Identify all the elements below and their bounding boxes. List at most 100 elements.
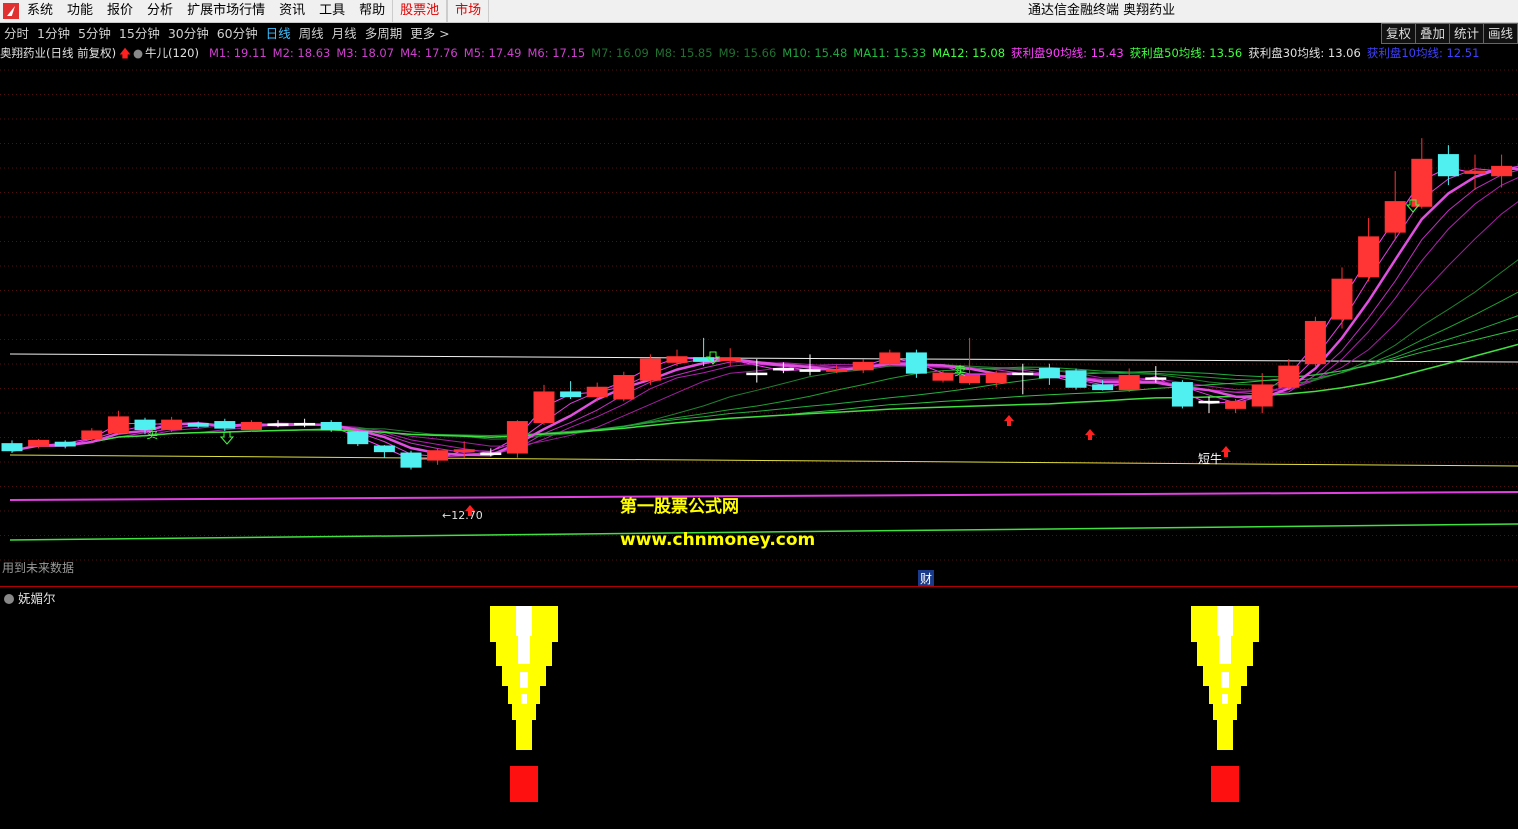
- candle-body: [1437, 154, 1459, 177]
- flame-block: [1217, 720, 1233, 750]
- ma-value-9: M10: 15.48: [782, 46, 848, 60]
- candle-body: [1, 443, 23, 452]
- period-tab-2[interactable]: 5分钟: [74, 23, 115, 44]
- flame-block: [1213, 704, 1237, 720]
- yellow-line: [9, 454, 1518, 467]
- flame-core: [1219, 636, 1231, 664]
- candle-body: [54, 441, 76, 447]
- period-tab-1[interactable]: 1分钟: [33, 23, 74, 44]
- menu-item-4[interactable]: 扩展市场行情: [180, 0, 272, 22]
- period-tab-7[interactable]: 周线: [295, 23, 328, 44]
- menu-item-2[interactable]: 报价: [100, 0, 140, 22]
- candle-body: [320, 422, 342, 431]
- candle-body: [267, 423, 289, 426]
- candle-body: [1038, 367, 1060, 379]
- candle-body: [1278, 365, 1300, 388]
- candle-body: [586, 386, 608, 398]
- main-menu: 系统 功能 报价 分析 扩展市场行情 资讯 工具 帮助 股票池 市场: [20, 0, 490, 22]
- candle-body: [1092, 384, 1114, 391]
- ma-line-3: [11, 168, 1518, 457]
- candle-body: [294, 422, 316, 426]
- candle-body: [1198, 400, 1220, 404]
- tool-button-2[interactable]: 统计: [1448, 23, 1484, 44]
- stock-name-label[interactable]: 奥翔药业(日线 前复权): [0, 45, 116, 61]
- candle-body: [1225, 400, 1247, 409]
- menu-item-5[interactable]: 资讯: [272, 0, 312, 22]
- finance-marker[interactable]: 财: [918, 570, 935, 587]
- candle-body: [453, 449, 475, 453]
- lower-indicator-chart[interactable]: [0, 600, 1518, 829]
- candle-body: [240, 422, 262, 431]
- candle-body: [1145, 377, 1167, 380]
- candle-body: [506, 421, 528, 454]
- sell-down-arrow-icon: [219, 431, 235, 445]
- menu-item-0[interactable]: 系统: [20, 0, 60, 22]
- future-data-label: 用到未来数据: [2, 561, 75, 575]
- candle-body: [1358, 236, 1380, 278]
- buy-up-arrow-icon: [1085, 429, 1095, 440]
- low-price-label: ←12.70: [442, 509, 483, 522]
- menu-item-1[interactable]: 功能: [60, 0, 100, 22]
- menu-item-7[interactable]: 帮助: [352, 0, 392, 22]
- tool-button-3[interactable]: 画线: [1482, 23, 1518, 44]
- candle-body: [28, 439, 50, 447]
- indicator-name[interactable]: 牛儿(120): [145, 45, 199, 61]
- period-tabs: 分时 1分钟 5分钟 15分钟 30分钟 60分钟 日线 周线 月线 多周期 更多 >: [0, 23, 454, 44]
- flame-core: [1222, 694, 1228, 704]
- candle-body: [879, 352, 901, 365]
- candle-body: [985, 372, 1007, 384]
- candle-body: [347, 431, 369, 445]
- flame-base: [510, 766, 538, 802]
- tool-button-1[interactable]: 叠加: [1414, 23, 1450, 44]
- candle-body: [1491, 165, 1513, 177]
- pane-separator[interactable]: [0, 586, 1518, 587]
- candle-body: [560, 391, 582, 398]
- main-ma-line: [11, 166, 1518, 457]
- red-up-arrow-icon: 🡅: [119, 46, 131, 60]
- period-tab-6[interactable]: 日线: [262, 23, 295, 44]
- candle-body: [427, 450, 449, 461]
- candle-body: [373, 445, 395, 453]
- menu-item-3[interactable]: 分析: [140, 0, 180, 22]
- indicator-settings-icon[interactable]: ●: [133, 45, 143, 61]
- tool-button-0[interactable]: 复权: [1380, 23, 1416, 44]
- ma-value-12: 获利盘90均线: 15.43: [1011, 46, 1124, 60]
- period-tab-8[interactable]: 月线: [328, 23, 361, 44]
- sell-signal-label: 卖: [146, 427, 158, 441]
- ma-line-8: [11, 201, 1518, 452]
- ma-value-1: M2: 18.63: [272, 46, 331, 60]
- menu-item-red-1[interactable]: 市场: [447, 0, 490, 22]
- app-logo-icon: [3, 3, 19, 19]
- flame-core: [1217, 606, 1233, 636]
- support-line-white: [9, 353, 1518, 363]
- menu-item-red-0[interactable]: 股票池: [392, 0, 448, 22]
- ma-line-2: [11, 166, 1518, 460]
- ma-line-4: [11, 167, 1518, 456]
- period-tab-10[interactable]: 更多 >: [406, 23, 453, 44]
- candle-body: [1251, 384, 1273, 407]
- ma-value-2: M3: 18.07: [336, 46, 395, 60]
- candle-body: [533, 391, 555, 424]
- period-tab-3[interactable]: 15分钟: [115, 23, 164, 44]
- buy-up-arrow-icon: [1004, 415, 1014, 426]
- candle-body: [214, 421, 236, 429]
- menu-item-6[interactable]: 工具: [312, 0, 352, 22]
- candle-body: [772, 367, 794, 371]
- ma-value-7: M8: 15.85: [654, 46, 713, 60]
- candle-body: [480, 452, 502, 456]
- main-kline-chart[interactable]: 卖卖←12.70短牛第一股票公式网www.chnmoney.com: [0, 60, 1518, 586]
- sell-signal-label: 卖: [954, 364, 966, 378]
- period-tab-9[interactable]: 多周期: [361, 23, 407, 44]
- flame-signal-2: [1191, 606, 1259, 802]
- period-tab-4[interactable]: 30分钟: [164, 23, 213, 44]
- flame-core: [516, 606, 532, 636]
- period-tab-0[interactable]: 分时: [0, 23, 33, 44]
- candle-body: [161, 419, 183, 431]
- magenta-flat-line: [9, 491, 1518, 501]
- candle-body: [81, 430, 103, 440]
- period-tab-5[interactable]: 60分钟: [213, 23, 262, 44]
- ma-value-4: M5: 17.49: [463, 46, 522, 60]
- flame-signal-1: [490, 606, 558, 802]
- ma-value-5: M6: 17.15: [527, 46, 586, 60]
- flame-core: [1221, 672, 1229, 688]
